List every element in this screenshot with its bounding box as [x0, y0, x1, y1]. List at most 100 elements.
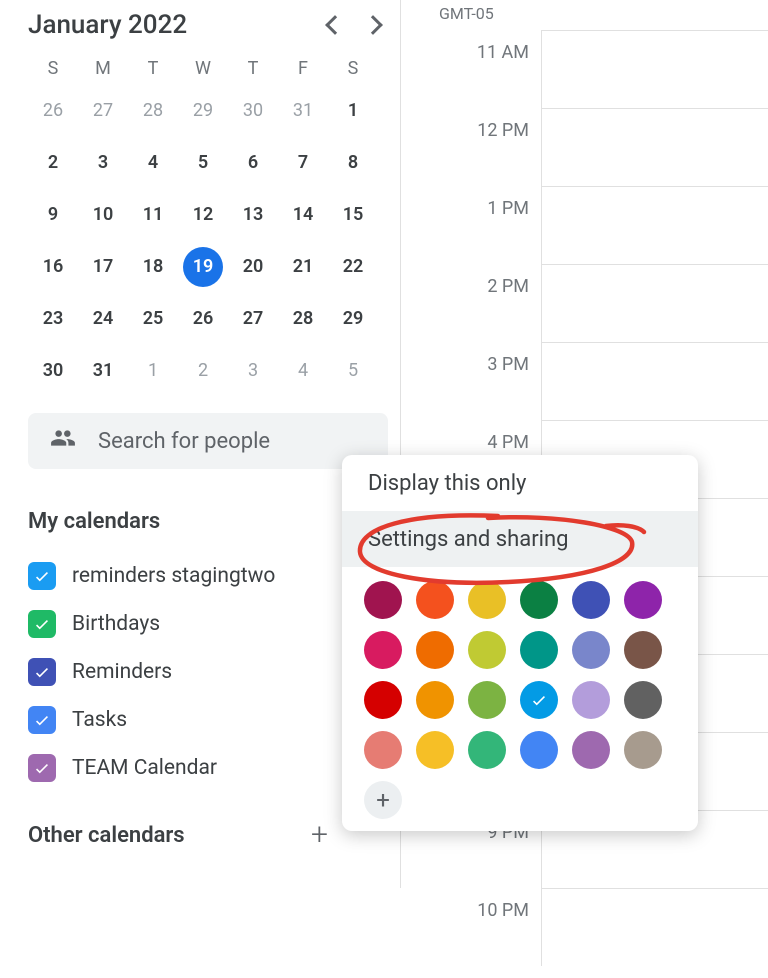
calendar-day[interactable]: 30	[28, 351, 78, 391]
calendar-day[interactable]: 16	[28, 247, 78, 287]
calendar-day[interactable]: 8	[328, 143, 378, 183]
color-swatch[interactable]	[364, 631, 402, 669]
color-swatch[interactable]	[468, 681, 506, 719]
calendar-day[interactable]: 12	[178, 195, 228, 235]
calendar-day[interactable]: 29	[328, 299, 378, 339]
calendar-checkbox[interactable]	[28, 658, 56, 686]
color-swatch[interactable]	[624, 731, 662, 769]
calendar-day[interactable]: 13	[228, 195, 278, 235]
search-people-placeholder: Search for people	[98, 429, 270, 454]
calendar-day[interactable]: 27	[228, 299, 278, 339]
calendar-day[interactable]: 26	[178, 299, 228, 339]
calendar-day[interactable]: 15	[328, 195, 378, 235]
calendar-day[interactable]: 5	[328, 351, 378, 391]
calendar-day[interactable]: 27	[78, 91, 128, 131]
color-swatch[interactable]	[624, 681, 662, 719]
calendar-day[interactable]: 31	[78, 351, 128, 391]
calendar-checkbox[interactable]	[28, 706, 56, 734]
calendar-day[interactable]: 31	[278, 91, 328, 131]
calendar-day[interactable]: 18	[128, 247, 178, 287]
color-swatch[interactable]	[364, 731, 402, 769]
color-swatch[interactable]	[572, 581, 610, 619]
calendar-day[interactable]: 22	[328, 247, 378, 287]
mini-calendar-header: January 2022	[28, 10, 388, 40]
hour-cell[interactable]	[541, 888, 768, 966]
calendar-day[interactable]: 9	[28, 195, 78, 235]
color-swatch[interactable]	[416, 631, 454, 669]
timezone-label: GMT-05	[439, 4, 494, 23]
calendar-day[interactable]: 10	[78, 195, 128, 235]
display-this-only-item[interactable]: Display this only	[342, 455, 698, 511]
add-calendar-icon[interactable]: +	[311, 820, 328, 850]
hour-label: 3 PM	[401, 354, 541, 432]
hour-cell[interactable]	[541, 264, 768, 342]
calendar-day[interactable]: 23	[28, 299, 78, 339]
hour-label: 12 PM	[401, 120, 541, 198]
color-swatch[interactable]	[416, 681, 454, 719]
hour-cell[interactable]	[541, 30, 768, 108]
color-swatch[interactable]	[572, 731, 610, 769]
search-people-field[interactable]: Search for people	[28, 413, 388, 469]
calendar-checkbox[interactable]	[28, 610, 56, 638]
calendar-day[interactable]: 30	[228, 91, 278, 131]
dow-label: W	[178, 58, 228, 79]
calendar-day[interactable]: 11	[128, 195, 178, 235]
hour-row: 3 PM	[401, 342, 768, 420]
calendar-day[interactable]: 28	[278, 299, 328, 339]
color-swatch[interactable]	[468, 581, 506, 619]
calendar-day[interactable]: 6	[228, 143, 278, 183]
calendar-checkbox[interactable]	[28, 754, 56, 782]
dow-label: M	[78, 58, 128, 79]
people-icon	[50, 425, 76, 457]
calendar-day[interactable]: 24	[78, 299, 128, 339]
month-label: January 2022	[28, 10, 187, 40]
color-swatch[interactable]	[468, 631, 506, 669]
color-swatch[interactable]	[416, 731, 454, 769]
color-swatch[interactable]	[624, 631, 662, 669]
calendar-day[interactable]: 1	[328, 91, 378, 131]
calendar-day[interactable]: 17	[78, 247, 128, 287]
calendar-day[interactable]: 20	[228, 247, 278, 287]
color-swatch[interactable]	[468, 731, 506, 769]
color-swatch[interactable]	[572, 631, 610, 669]
hour-cell[interactable]	[541, 342, 768, 420]
calendar-day[interactable]: 4	[278, 351, 328, 391]
calendar-day[interactable]: 14	[278, 195, 328, 235]
calendar-day[interactable]: 25	[128, 299, 178, 339]
calendar-day[interactable]: 2	[28, 143, 78, 183]
color-swatch[interactable]	[520, 581, 558, 619]
color-swatch[interactable]	[520, 731, 558, 769]
prev-month-icon[interactable]	[325, 15, 345, 35]
calendar-day[interactable]: 2	[178, 351, 228, 391]
calendar-day[interactable]: 28	[128, 91, 178, 131]
color-swatch[interactable]	[364, 681, 402, 719]
color-swatch[interactable]	[520, 631, 558, 669]
calendar-day[interactable]: 19	[183, 247, 223, 287]
calendar-checkbox[interactable]	[28, 562, 56, 590]
calendar-day[interactable]: 7	[278, 143, 328, 183]
calendar-day[interactable]: 5	[178, 143, 228, 183]
add-custom-color[interactable]: +	[364, 781, 402, 819]
color-swatch[interactable]	[572, 681, 610, 719]
hour-cell[interactable]	[541, 186, 768, 264]
calendar-day[interactable]: 3	[78, 143, 128, 183]
calendar-day[interactable]: 29	[178, 91, 228, 131]
my-calendars-heading[interactable]: My calendars	[28, 509, 328, 534]
next-month-icon[interactable]	[363, 15, 383, 35]
other-calendars-heading[interactable]: Other calendars +	[28, 820, 328, 850]
color-swatch[interactable]	[364, 581, 402, 619]
settings-and-sharing-item[interactable]: Settings and sharing	[342, 511, 698, 567]
calendar-label: Tasks	[72, 708, 127, 732]
hour-cell[interactable]	[541, 108, 768, 186]
hour-row: 10 PM	[401, 888, 768, 966]
calendar-day[interactable]: 4	[128, 143, 178, 183]
calendar-day[interactable]: 21	[278, 247, 328, 287]
color-swatch[interactable]	[520, 681, 558, 719]
calendar-day[interactable]: 3	[228, 351, 278, 391]
calendar-label: Reminders	[72, 660, 172, 684]
color-swatch[interactable]	[624, 581, 662, 619]
calendar-day[interactable]: 1	[128, 351, 178, 391]
color-swatch[interactable]	[416, 581, 454, 619]
hour-label: 10 PM	[401, 900, 541, 978]
calendar-day[interactable]: 26	[28, 91, 78, 131]
